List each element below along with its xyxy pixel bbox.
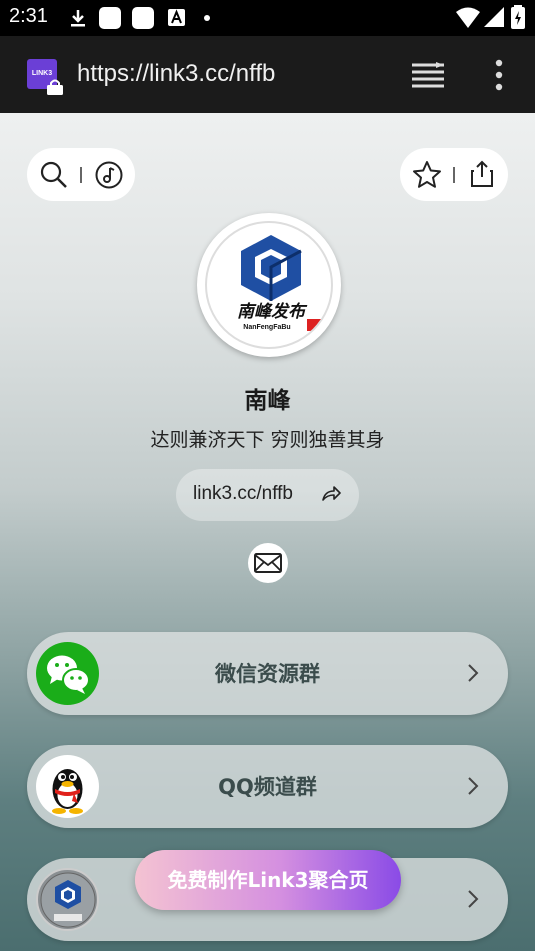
link-card-wechat[interactable]: 微信资源群 bbox=[27, 632, 508, 715]
profile-name: 南峰 bbox=[244, 388, 291, 414]
star-icon[interactable] bbox=[412, 160, 442, 190]
page-content: 南峰发布 NanFengFaBu 南峰 达则兼济天下 穷则独善其身 link3.… bbox=[0, 113, 535, 951]
battery-icon bbox=[511, 5, 525, 29]
status-time: 2:31 bbox=[9, 5, 48, 27]
profile-link[interactable]: link3.cc/nffb bbox=[176, 469, 359, 521]
avatar-logo: 南峰发布 NanFengFaBu bbox=[205, 221, 333, 349]
link-card-qq[interactable]: QQ频道群 bbox=[27, 745, 508, 828]
pill-divider bbox=[453, 167, 455, 183]
notification-icon-2 bbox=[132, 7, 154, 29]
favorite-share-pill bbox=[400, 148, 508, 201]
create-link3-button[interactable]: 免费制作Link3聚合页 bbox=[135, 850, 401, 910]
search-icon[interactable] bbox=[39, 160, 69, 190]
mail-icon bbox=[254, 553, 282, 573]
share-arrow-icon bbox=[322, 486, 341, 501]
profile-bio: 达则兼济天下 穷则独善其身 bbox=[150, 429, 385, 451]
chevron-right-icon bbox=[468, 664, 479, 682]
card-label: 微信资源群 bbox=[215, 662, 320, 686]
email-button[interactable] bbox=[248, 543, 288, 583]
chevron-right-icon bbox=[468, 890, 479, 908]
share-icon[interactable] bbox=[468, 159, 496, 189]
overflow-menu-icon[interactable] bbox=[492, 58, 506, 92]
pill-divider bbox=[80, 167, 82, 183]
svg-text:NanFengFaBu: NanFengFaBu bbox=[243, 324, 290, 331]
profile-link-text: link3.cc/nffb bbox=[193, 483, 293, 504]
signal-icon bbox=[484, 7, 504, 27]
browser-toolbar: LINK3 https://link3.cc/nffb bbox=[0, 36, 535, 113]
address-bar[interactable]: https://link3.cc/nffb bbox=[77, 60, 275, 88]
notification-icon bbox=[99, 7, 121, 29]
font-notification-icon bbox=[168, 9, 185, 26]
dot-icon bbox=[204, 15, 210, 21]
status-bar: 2:31 bbox=[0, 0, 535, 36]
tabs-icon[interactable] bbox=[410, 61, 446, 89]
avatar[interactable]: 南峰发布 NanFengFaBu bbox=[197, 213, 341, 357]
nffb-logo-icon: 南峰发布 NanFengFaBu bbox=[237, 235, 321, 331]
nffb-logo-icon bbox=[36, 868, 99, 931]
svg-text:南峰发布: 南峰发布 bbox=[237, 302, 308, 322]
download-icon bbox=[71, 10, 85, 27]
card-label: QQ频道群 bbox=[218, 775, 317, 799]
chevron-right-icon bbox=[468, 777, 479, 795]
wifi-icon bbox=[456, 7, 480, 28]
search-music-pill bbox=[27, 148, 135, 201]
lock-icon bbox=[47, 79, 63, 95]
music-icon[interactable] bbox=[94, 160, 124, 190]
